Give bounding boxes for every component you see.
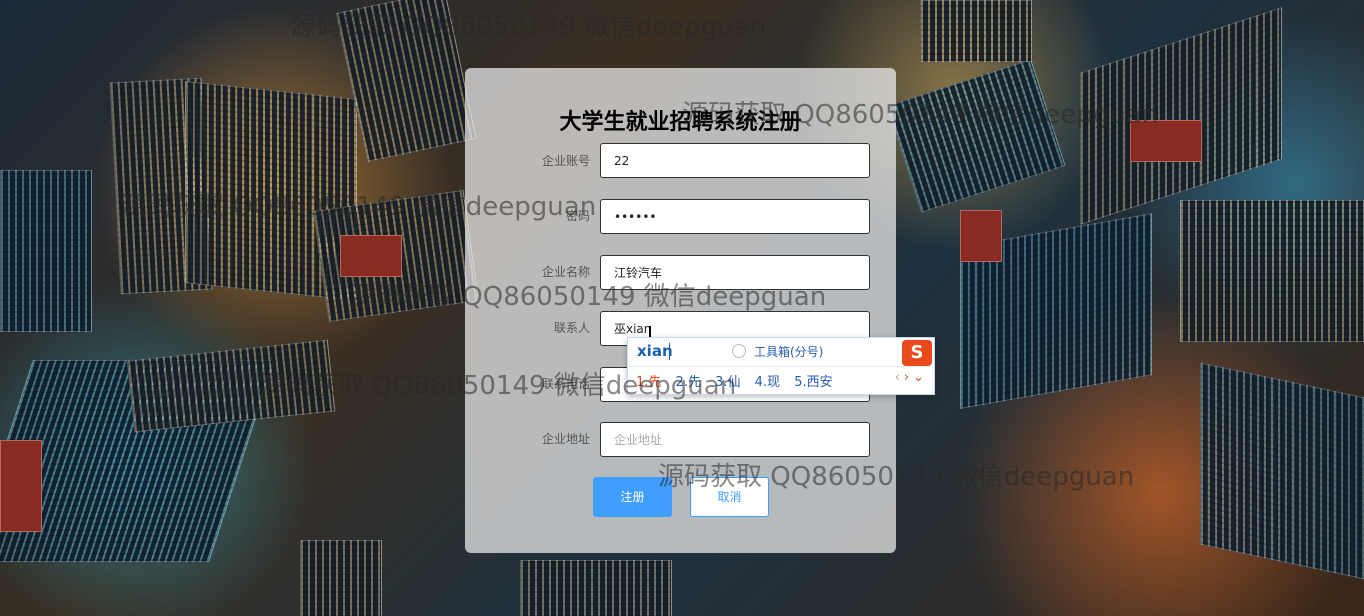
company-name-input[interactable] (600, 255, 870, 290)
background-cityscape: 大学生就业招聘系统注册 企业账号 密码 企业名称 联系人 联系电话 企业地址 注… (0, 0, 1364, 616)
company-name-label: 企业名称 (541, 265, 590, 279)
cancel-button[interactable]: 取消 (690, 477, 769, 517)
address-input[interactable] (600, 422, 870, 457)
expand-icon[interactable]: ⌄ (913, 370, 928, 385)
ime-logo-icon: S (902, 340, 932, 366)
account-label: 企业账号 (541, 154, 590, 168)
ime-toolbox-label[interactable]: 工具箱(分号) (754, 343, 823, 360)
rooftop (340, 235, 402, 277)
register-button[interactable]: 注册 (593, 477, 672, 517)
ime-candidate-popup[interactable]: xian 工具箱(分号) S 1.先 2.先 3.仙 4.现 5.西安 ‹›⌄ (627, 337, 935, 395)
rooftop (1130, 120, 1202, 162)
password-input[interactable] (600, 199, 870, 234)
toolbox-icon[interactable] (732, 344, 746, 358)
ime-candidate[interactable]: 4.现 (755, 375, 780, 390)
account-input[interactable] (600, 143, 870, 178)
ime-caret (669, 343, 670, 360)
ime-candidate[interactable]: 3.仙 (715, 375, 740, 390)
ime-candidate[interactable]: 2.先 (676, 375, 701, 390)
ime-candidate-list: 1.先 2.先 3.仙 4.现 5.西安 (636, 371, 843, 390)
rooftop (960, 210, 1002, 262)
building (920, 0, 1032, 62)
building (1080, 7, 1282, 225)
building (300, 540, 382, 616)
rooftop (0, 440, 42, 532)
building (1200, 362, 1364, 580)
ime-page-nav: ‹›⌄ (895, 370, 928, 385)
building (886, 59, 1066, 213)
address-label: 企业地址 (541, 432, 590, 446)
page-title: 大学生就业招聘系统注册 (559, 110, 802, 135)
password-label: 密码 (565, 209, 590, 223)
ime-candidate[interactable]: 5.西安 (794, 375, 832, 390)
contact-label: 联系人 (553, 321, 590, 335)
next-page-icon[interactable]: › (904, 370, 913, 385)
prev-page-icon[interactable]: ‹ (895, 370, 904, 385)
building (1180, 200, 1364, 342)
building (126, 339, 336, 433)
ime-candidate[interactable]: 1.先 (636, 375, 661, 390)
building (0, 170, 92, 332)
phone-label: 联系电话 (541, 377, 590, 391)
ime-divider (628, 366, 934, 367)
building (520, 560, 672, 616)
ime-composition: xian (637, 342, 673, 360)
